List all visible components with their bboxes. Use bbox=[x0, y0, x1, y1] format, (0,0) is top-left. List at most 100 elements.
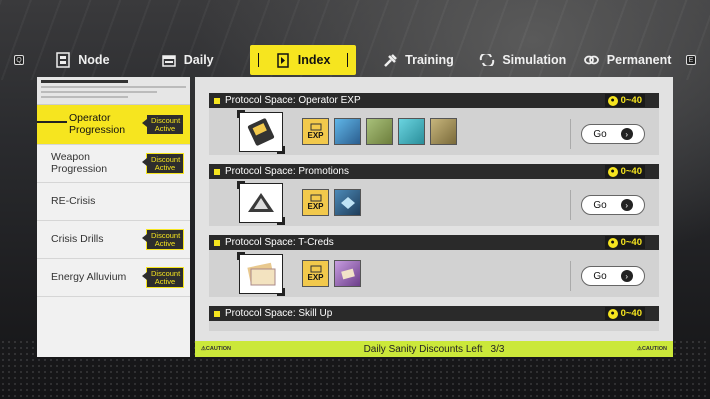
go-button[interactable]: Go › bbox=[581, 266, 645, 286]
list-item-operator-progression[interactable]: Operator Progression Discount Active bbox=[37, 105, 190, 145]
category-list: Operator Progression Discount Active Wea… bbox=[37, 77, 190, 357]
go-area: Go › bbox=[570, 119, 645, 149]
tab-permanent[interactable]: Permanent bbox=[575, 45, 680, 75]
stage-card-header: Protocol Space: Operator EXP ● 0~40 bbox=[209, 93, 659, 108]
stage-card-body bbox=[209, 321, 659, 331]
go-button[interactable]: Go › bbox=[581, 195, 645, 215]
sanity-icon: ● bbox=[607, 95, 618, 106]
reward-record-item[interactable] bbox=[334, 118, 361, 145]
discounts-left-count: 3/3 bbox=[490, 343, 505, 355]
training-icon bbox=[382, 52, 398, 68]
go-label: Go bbox=[593, 199, 607, 211]
stage-card-header: Protocol Space: T-Creds ● 0~40 bbox=[209, 235, 659, 250]
go-area: Go › bbox=[570, 261, 645, 291]
arrow-right-icon: › bbox=[620, 199, 633, 211]
go-button[interactable]: Go › bbox=[581, 124, 645, 144]
node-icon bbox=[55, 52, 71, 68]
list-item-energy-alluvium[interactable]: Energy Alluvium Discount Active bbox=[37, 259, 190, 297]
sanity-icon: ● bbox=[607, 308, 618, 319]
permanent-icon bbox=[584, 52, 600, 68]
top-tab-bar: Q Node Daily Index Training Simulation P… bbox=[14, 45, 696, 75]
tab-simulation-label: Simulation bbox=[502, 53, 567, 67]
reward-promotion-item[interactable] bbox=[334, 189, 361, 216]
list-item-label: Weapon Progression bbox=[51, 150, 108, 175]
divider bbox=[570, 190, 571, 220]
arrow-right-icon: › bbox=[620, 128, 633, 140]
go-label: Go bbox=[593, 270, 607, 282]
tab-daily-label: Daily bbox=[183, 53, 214, 67]
list-item-crisis-drills[interactable]: Crisis Drills Discount Active bbox=[37, 221, 190, 259]
reward-label: EXP bbox=[307, 202, 324, 211]
list-item-label: Energy Alluvium bbox=[51, 270, 127, 283]
reward-exp-item[interactable]: EXP bbox=[302, 118, 329, 145]
stage-card-body: EXP Go › bbox=[209, 108, 659, 155]
tab-training-label: Training bbox=[405, 53, 454, 67]
stage-card-operator-exp: Protocol Space: Operator EXP ● 0~40 EXP bbox=[209, 93, 659, 155]
divider bbox=[570, 261, 571, 291]
tab-list: Node Daily Index Training Simulation Per… bbox=[30, 45, 680, 75]
divider bbox=[570, 119, 571, 149]
stage-card-body: EXP Go › bbox=[209, 250, 659, 297]
sanity-cost-value: 0~40 bbox=[620, 308, 642, 319]
tab-daily[interactable]: Daily bbox=[135, 45, 240, 75]
caution-label-right: ⚠CAUTION bbox=[637, 346, 667, 352]
arrow-right-icon: › bbox=[620, 270, 633, 282]
crystal-icon bbox=[340, 196, 355, 209]
simulation-icon bbox=[479, 52, 495, 68]
stage-list-panel: Protocol Space: Operator EXP ● 0~40 EXP bbox=[195, 77, 673, 357]
tab-simulation[interactable]: Simulation bbox=[470, 45, 575, 75]
selected-marker bbox=[37, 121, 67, 123]
list-item-label: Operator Progression bbox=[69, 111, 126, 136]
square-marker-icon bbox=[214, 97, 220, 104]
sanity-cost: ● 0~40 bbox=[604, 165, 645, 178]
tab-node[interactable]: Node bbox=[30, 45, 135, 75]
reward-record-item[interactable] bbox=[430, 118, 457, 145]
tab-index[interactable]: Index bbox=[249, 45, 356, 75]
sanity-icon: ● bbox=[607, 166, 618, 177]
stage-card-header: Protocol Space: Promotions ● 0~40 bbox=[209, 164, 659, 179]
list-item-re-crisis[interactable]: RE-Crisis bbox=[37, 183, 190, 221]
go-area: Go › bbox=[570, 190, 645, 220]
prev-tab-key[interactable]: Q bbox=[14, 55, 24, 65]
go-label: Go bbox=[593, 128, 607, 140]
reward-label: EXP bbox=[307, 273, 324, 282]
stage-title: Protocol Space: Skill Up bbox=[225, 308, 333, 319]
reward-exp-item[interactable]: EXP bbox=[302, 189, 329, 216]
discount-badge: Discount Active bbox=[142, 228, 184, 251]
next-tab-key[interactable]: E bbox=[686, 55, 696, 65]
tab-training[interactable]: Training bbox=[366, 45, 471, 75]
tab-index-label: Index bbox=[297, 53, 331, 67]
square-marker-icon bbox=[214, 168, 220, 175]
sanity-cost: ● 0~40 bbox=[604, 307, 645, 320]
list-item-label: Crisis Drills bbox=[51, 232, 104, 245]
sanity-cost-value: 0~40 bbox=[620, 166, 642, 177]
reward-t-creds-item[interactable] bbox=[334, 260, 361, 287]
stage-title: Protocol Space: T-Creds bbox=[225, 237, 334, 248]
tab-permanent-label: Permanent bbox=[606, 53, 672, 67]
reward-record-item[interactable] bbox=[366, 118, 393, 145]
discount-badge: Discount Active bbox=[142, 266, 184, 289]
discount-badge: Discount Active bbox=[142, 152, 184, 175]
stage-card-promotions: Protocol Space: Promotions ● 0~40 EXP Go… bbox=[209, 164, 659, 226]
exp-chip-icon bbox=[310, 123, 321, 131]
stage-portrait bbox=[237, 109, 285, 154]
square-marker-icon bbox=[214, 310, 220, 317]
sanity-cost: ● 0~40 bbox=[604, 94, 645, 107]
list-item-weapon-progression[interactable]: Weapon Progression Discount Active bbox=[37, 145, 190, 183]
stage-card-body: EXP Go › bbox=[209, 179, 659, 226]
stage-title: Protocol Space: Operator EXP bbox=[225, 95, 361, 106]
sanity-icon: ● bbox=[607, 237, 618, 248]
caution-label-left: ⚠CAUTION bbox=[201, 346, 231, 352]
reward-record-item[interactable] bbox=[398, 118, 425, 145]
tab-node-label: Node bbox=[78, 53, 110, 67]
stage-card-skill-up: Protocol Space: Skill Up ● 0~40 bbox=[209, 306, 659, 331]
discounts-left-label: Daily Sanity Discounts Left bbox=[363, 343, 483, 355]
discount-badge: Discount Active bbox=[142, 113, 184, 136]
reward-exp-item[interactable]: EXP bbox=[302, 260, 329, 287]
stage-title: Protocol Space: Promotions bbox=[225, 166, 349, 177]
cred-card-icon bbox=[340, 268, 355, 279]
reward-label: EXP bbox=[307, 131, 324, 140]
stage-card-header: Protocol Space: Skill Up ● 0~40 bbox=[209, 306, 659, 321]
square-marker-icon bbox=[214, 239, 220, 246]
list-item-label: RE-Crisis bbox=[51, 194, 96, 207]
